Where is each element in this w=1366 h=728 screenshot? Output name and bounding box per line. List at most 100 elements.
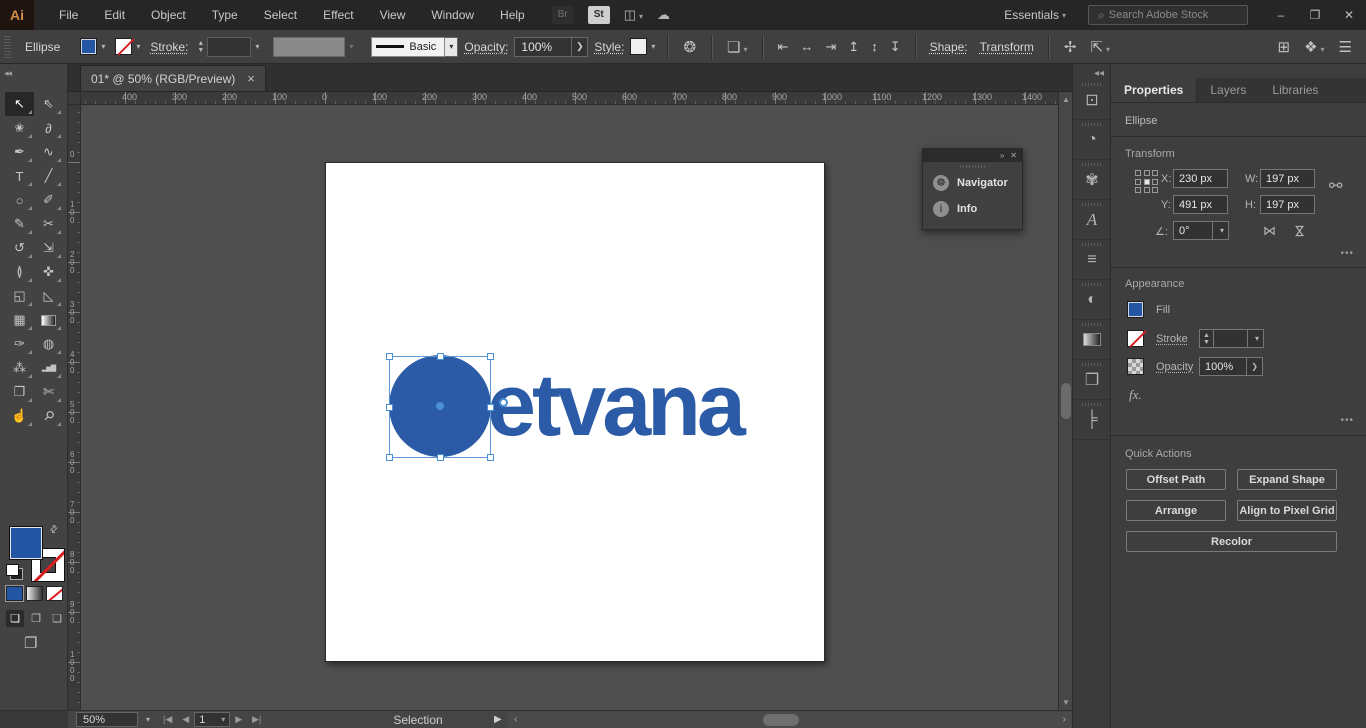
opacity-value-field[interactable]: 100% (1199, 357, 1247, 376)
opacity-field[interactable]: 100% (514, 37, 572, 57)
line-segment-tool[interactable]: ╱ (34, 164, 63, 188)
align-v-center-icon[interactable]: ↕ (871, 39, 878, 55)
zoom-tool[interactable]: ⚲ (34, 404, 63, 428)
fill-color-swatch[interactable] (80, 38, 97, 55)
transform-panel-icon[interactable]: ⊡ (1073, 80, 1111, 120)
arrange-button[interactable]: Arrange (1126, 500, 1226, 521)
brush-chevron-icon[interactable]: ▾ (345, 42, 357, 51)
selection-handle[interactable] (487, 404, 494, 411)
none-mode-button[interactable] (46, 586, 63, 601)
stock-icon[interactable]: St (588, 6, 610, 24)
w-field[interactable]: 197 px (1260, 169, 1315, 188)
selection-handle[interactable] (386, 454, 393, 461)
selection-handle[interactable] (487, 454, 494, 461)
selection-handle[interactable] (487, 353, 494, 360)
restore-button[interactable]: ❐ (1298, 0, 1332, 30)
scale-tool[interactable]: ⇲ (34, 236, 63, 260)
gradient-panel-icon[interactable] (1073, 320, 1111, 360)
scroll-up-icon[interactable]: ▲ (1059, 95, 1073, 104)
stroke-weight-chevron-icon[interactable]: ▾ (251, 42, 263, 51)
gradient-mode-button[interactable] (26, 586, 43, 601)
floating-panel-header[interactable]: » ✕ (923, 149, 1022, 162)
expand-shape-button[interactable]: Expand Shape (1237, 469, 1337, 490)
x-field[interactable]: 230 px (1173, 169, 1228, 188)
puppet-warp-tool[interactable]: ✜ (34, 260, 63, 284)
flip-vertical-icon[interactable]: ⋈ (1292, 225, 1308, 238)
last-artboard-icon[interactable]: ▶| (247, 714, 266, 725)
selection-handle[interactable] (437, 353, 444, 360)
panel-menu-icon[interactable]: ☰ (1339, 38, 1352, 56)
artboard-tool[interactable]: ❐ (5, 380, 34, 404)
stroke-width-chevron-icon[interactable]: ▾ (1248, 329, 1264, 348)
lasso-tool[interactable]: ∂ (34, 116, 63, 140)
opacity-expand-icon[interactable]: ❯ (1247, 357, 1263, 376)
magic-wand-tool[interactable]: ✬ (5, 116, 34, 140)
preferences-doc-icon[interactable]: ❏ ▾ (727, 38, 747, 56)
selection-handle[interactable] (386, 353, 393, 360)
vertical-scrollbar[interactable]: ▲ ▼ (1058, 92, 1072, 710)
menu-object[interactable]: Object (138, 0, 199, 30)
fill-chevron-icon[interactable]: ▾ (97, 42, 109, 51)
opacity-expand-icon[interactable]: ❯ (572, 37, 588, 57)
search-input[interactable] (1109, 9, 1229, 21)
align-top-icon[interactable]: ↥ (848, 39, 859, 55)
stroke-weight-label[interactable]: Stroke: (150, 40, 188, 54)
screen-mode-icon[interactable]: ❐ (24, 634, 37, 652)
transform-more-icon[interactable]: ••• (1340, 248, 1354, 259)
variable-width-profile[interactable]: Basic (371, 37, 445, 57)
menu-view[interactable]: View (367, 0, 419, 30)
appearance-fill-swatch[interactable] (1127, 301, 1144, 318)
menu-edit[interactable]: Edit (91, 0, 138, 30)
rotate-tool[interactable]: ↺ (5, 236, 34, 260)
select-similar-icon[interactable]: ⇱ ▾ (1090, 38, 1110, 56)
tab-close-icon[interactable]: × (247, 71, 255, 86)
hand-tool[interactable]: ☝ (5, 404, 34, 428)
arrange-documents-icon[interactable]: ◫ ▾ (624, 7, 643, 23)
graph-tool[interactable]: ▂▅▇ (34, 356, 63, 380)
prev-artboard-icon[interactable]: ◀ (177, 714, 194, 725)
appearance-opacity-label[interactable]: Opacity (1156, 361, 1193, 373)
pathfinder-panel-icon[interactable]: ❒ (1073, 360, 1111, 400)
blend-tool[interactable]: ◍ (34, 332, 63, 356)
menu-type[interactable]: Type (199, 0, 251, 30)
opacity-label[interactable]: Opacity: (464, 40, 508, 54)
status-expand-icon[interactable]: ▶ (494, 714, 502, 725)
tab-layers[interactable]: Layers (1197, 78, 1259, 102)
menu-window[interactable]: Window (418, 0, 487, 30)
workspace-switcher[interactable]: Essentials ▾ (1004, 8, 1066, 22)
angle-chevron-icon[interactable]: ▾ (1213, 221, 1229, 240)
status-text[interactable]: Selection (353, 713, 483, 727)
paintbrush-tool[interactable]: ✐ (34, 188, 63, 212)
logo-text[interactable]: etvana (487, 346, 742, 466)
mesh-tool[interactable]: ▦ (5, 308, 34, 332)
menu-help[interactable]: Help (487, 0, 538, 30)
swap-fill-stroke-icon[interactable]: ⇄ (47, 523, 61, 537)
shape-link[interactable]: Shape: (930, 40, 968, 54)
gradient-tool[interactable] (34, 308, 63, 332)
touch-workspace-icon[interactable]: ⊞ (1278, 38, 1291, 56)
panel-expand-icon[interactable]: » (1000, 151, 1004, 160)
color-panel-icon[interactable]: ✾ (1073, 160, 1111, 200)
shape-builder-tool[interactable]: ◱ (5, 284, 34, 308)
scroll-right-icon[interactable]: › (1063, 714, 1066, 725)
stroke-width-field[interactable] (1214, 329, 1248, 348)
reference-point-widget[interactable] (1135, 170, 1159, 194)
draw-normal-icon[interactable]: ❏ (6, 610, 24, 627)
style-swatch[interactable] (630, 38, 647, 55)
selection-handle[interactable] (386, 404, 393, 411)
menu-effect[interactable]: Effect (310, 0, 366, 30)
fill-proxy[interactable] (9, 526, 43, 560)
scissors-tool[interactable]: ✂ (34, 212, 63, 236)
transparency-panel-icon[interactable]: ◐ (1073, 280, 1111, 320)
slice-tool[interactable]: ✄ (34, 380, 63, 404)
profile-chevron-icon[interactable]: ▾ (445, 37, 458, 57)
info-item[interactable]: i Info (923, 196, 1022, 222)
asset-export-panel-icon[interactable]: ◔ (1073, 120, 1111, 160)
transform-link[interactable]: Transform (980, 40, 1034, 54)
horizontal-scroll-thumb[interactable] (763, 714, 799, 726)
control-bar-grip[interactable] (4, 36, 11, 58)
toolbar-collapse-icon[interactable]: ◂◂ (4, 68, 11, 79)
appearance-opacity-swatch[interactable] (1127, 358, 1144, 375)
navigator-item[interactable]: ☸ Navigator (923, 170, 1022, 196)
offset-path-button[interactable]: Offset Path (1126, 469, 1226, 490)
